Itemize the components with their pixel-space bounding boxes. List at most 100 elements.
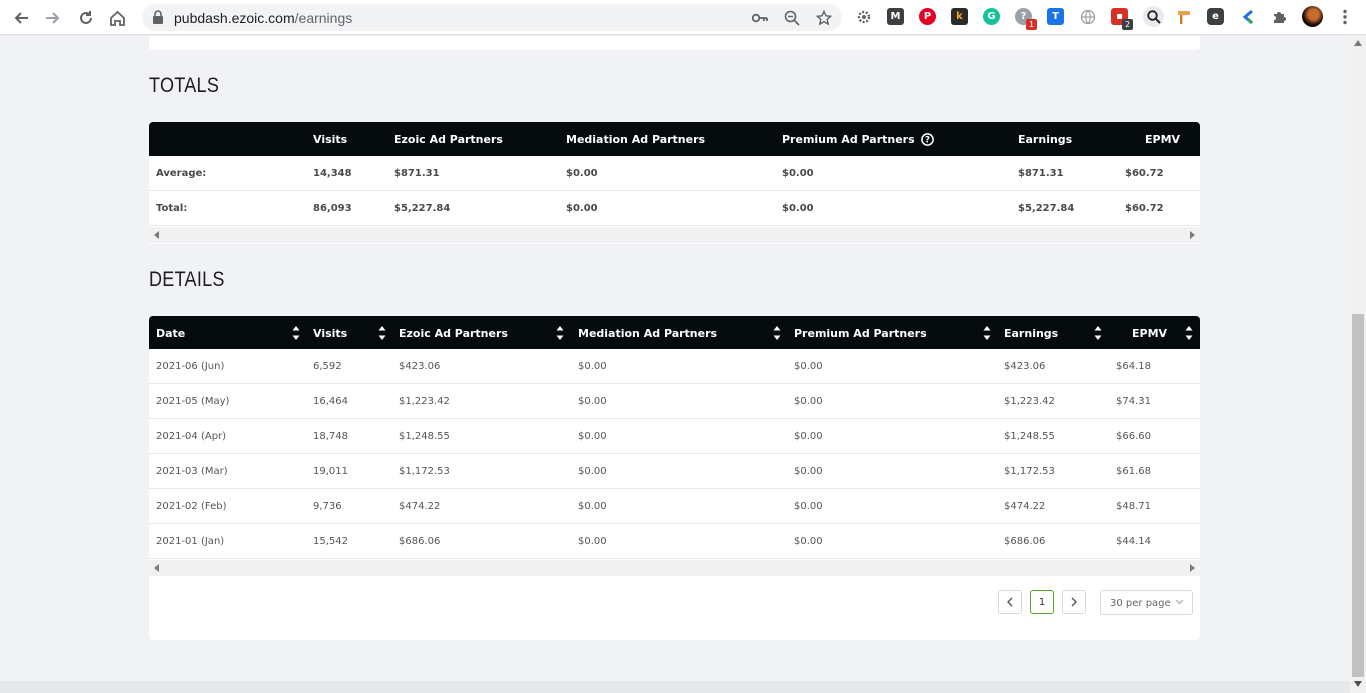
scroll-down-icon[interactable]	[1354, 681, 1362, 687]
previous-card	[149, 36, 1200, 50]
details-cell: $74.31	[1116, 396, 1151, 407]
evernote-ext-icon[interactable]: e	[1207, 8, 1224, 25]
scroll-up-icon[interactable]	[1354, 40, 1362, 46]
sort-premium-icon[interactable]	[983, 324, 991, 342]
scroll-right-icon[interactable]	[1189, 231, 1195, 239]
totals-cell: $871.31	[1018, 168, 1064, 179]
details-cell: $1,172.53	[1004, 466, 1055, 477]
details-cell: $0.00	[578, 536, 607, 547]
details-cell: $0.00	[578, 396, 607, 407]
details-cell: $0.00	[794, 501, 823, 512]
totals-cell: $871.31	[394, 168, 440, 179]
totals-cell: 86,093	[313, 203, 352, 214]
details-header-ezoic[interactable]: Ezoic Ad Partners	[399, 327, 508, 340]
globe-ext-icon[interactable]	[1079, 8, 1096, 25]
m-ext-icon[interactable]: M	[887, 8, 904, 25]
scrollbar-thumb[interactable]	[1352, 314, 1364, 677]
details-cell: $0.00	[578, 361, 607, 372]
details-header-visits[interactable]: Visits	[313, 327, 347, 340]
puzzle-ext-icon[interactable]	[1271, 8, 1288, 25]
details-cell-date: 2021-01 (Jan)	[156, 536, 225, 547]
question-ext-badge: 1	[1026, 19, 1037, 30]
details-cell: $0.00	[794, 466, 823, 477]
next-page-button[interactable]	[1062, 590, 1086, 614]
totals-cell: 14,348	[313, 168, 352, 179]
details-cell: $0.00	[578, 466, 607, 477]
details-cell: $0.00	[794, 431, 823, 442]
sort-ezoic-icon[interactable]	[556, 324, 564, 342]
details-cell: $1,223.42	[1004, 396, 1055, 407]
details-cell: $686.06	[1004, 536, 1046, 547]
forward-button[interactable]	[40, 5, 66, 31]
details-horizontal-scrollbar[interactable]	[149, 560, 1200, 576]
menu-kebab-icon[interactable]	[1336, 8, 1353, 25]
back-arrow-icon	[14, 12, 28, 24]
help-circle-icon[interactable]: ?	[920, 133, 934, 146]
details-cell: $474.22	[399, 501, 441, 512]
details-cell: $0.00	[578, 431, 607, 442]
k-blue-ext-icon[interactable]	[1239, 8, 1256, 25]
paint-ext-icon[interactable]	[1175, 8, 1192, 25]
calendar-ext-badge: 2	[1122, 19, 1133, 30]
details-cell: 9,736	[313, 501, 342, 512]
details-cell: 19,011	[313, 466, 348, 477]
key-icon[interactable]	[751, 9, 769, 27]
scroll-left-icon[interactable]	[154, 564, 160, 572]
chevron-left-icon	[1007, 597, 1013, 607]
details-header-date[interactable]: Date	[156, 327, 185, 340]
search-ext-icon[interactable]	[1143, 6, 1164, 27]
profile-avatar[interactable]	[1302, 6, 1323, 27]
details-cell: 6,592	[313, 361, 342, 372]
grammarly-ext-icon[interactable]: G	[983, 8, 1000, 25]
page-vertical-scrollbar[interactable]	[1350, 36, 1366, 693]
gear-ext-icon[interactable]	[855, 8, 872, 25]
prev-page-button[interactable]	[998, 590, 1022, 614]
totals-cell: $60.72	[1125, 168, 1164, 179]
totals-cell: $5,227.84	[394, 203, 451, 214]
totals-row-total: Total: 86,093 $5,227.84 $0.00 $0.00 $5,2…	[149, 191, 1200, 226]
details-cell: 18,748	[313, 431, 348, 442]
details-cell: $64.18	[1116, 361, 1151, 372]
back-button[interactable]	[8, 5, 34, 31]
zoom-icon[interactable]	[783, 9, 801, 27]
sort-visits-icon[interactable]	[378, 324, 386, 342]
reload-icon	[80, 11, 92, 24]
scroll-right-icon[interactable]	[1189, 564, 1195, 572]
t-ext-icon[interactable]: T	[1047, 8, 1064, 25]
details-title: DETAILS	[149, 268, 225, 291]
sort-epmv-icon[interactable]	[1185, 324, 1193, 342]
details-cell: $686.06	[399, 536, 441, 547]
sort-earnings-icon[interactable]	[1094, 324, 1102, 342]
table-row: 2021-03 (Mar) 19,011 $1,172.53 $0.00 $0.…	[149, 454, 1200, 489]
totals-header-premium: Premium Ad Partners ?	[782, 133, 934, 146]
per-page-select[interactable]: 30 per page	[1100, 590, 1193, 615]
svg-text:?: ?	[925, 136, 930, 146]
totals-cell: $60.72	[1125, 203, 1164, 214]
details-cell-date: 2021-02 (Feb)	[156, 501, 227, 512]
details-header-row: Date Visits Ezoic Ad Partners Mediation …	[149, 316, 1200, 349]
details-header-earnings[interactable]: Earnings	[1004, 327, 1058, 340]
details-header-premium[interactable]: Premium Ad Partners	[794, 327, 927, 340]
details-cell-date: 2021-06 (Jun)	[156, 361, 225, 372]
reload-button[interactable]	[73, 5, 99, 31]
totals-header-mediation: Mediation Ad Partners	[566, 133, 706, 146]
details-cell: $1,223.42	[399, 396, 450, 407]
scroll-left-icon[interactable]	[154, 231, 160, 239]
details-header-epmv[interactable]: EPMV	[1132, 327, 1167, 340]
totals-horizontal-scrollbar[interactable]	[149, 227, 1200, 243]
table-row: 2021-05 (May) 16,464 $1,223.42 $0.00 $0.…	[149, 384, 1200, 419]
lock-icon	[153, 10, 163, 24]
details-header-mediation[interactable]: Mediation Ad Partners	[578, 327, 717, 340]
pinterest-ext-icon[interactable]: P	[919, 8, 936, 25]
sort-mediation-icon[interactable]	[773, 324, 781, 342]
k-ext-icon[interactable]: k	[951, 8, 968, 25]
totals-header-earnings: Earnings	[1018, 133, 1073, 146]
home-button[interactable]	[104, 5, 130, 31]
address-bar[interactable]: pubdash.ezoic.com/earnings	[142, 4, 842, 31]
sort-date-icon[interactable]	[292, 324, 300, 342]
table-row: 2021-01 (Jan) 15,542 $686.06 $0.00 $0.00…	[149, 524, 1200, 559]
bookmark-star-icon[interactable]	[815, 9, 833, 27]
page-footer-band	[0, 681, 1350, 693]
page-1-button[interactable]: 1	[1030, 590, 1054, 614]
url-text: pubdash.ezoic.com/earnings	[174, 10, 353, 26]
